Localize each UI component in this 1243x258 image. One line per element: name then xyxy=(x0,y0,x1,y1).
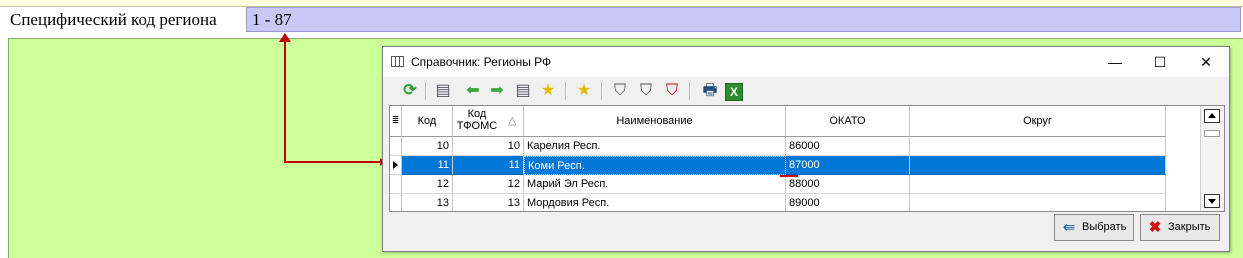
cell-okato[interactable]: 88000 xyxy=(786,175,910,194)
cell-okato[interactable]: 89000 xyxy=(786,194,910,211)
favorite-star-icon[interactable]: ★ xyxy=(573,80,595,102)
print-icon[interactable]: 🖶 xyxy=(699,80,721,102)
cell-tfoms[interactable]: 12 xyxy=(453,175,524,194)
cell-name[interactable]: Карелия Респ. xyxy=(524,137,786,156)
row-indicator[interactable] xyxy=(390,175,402,194)
column-header-okrug[interactable]: Округ xyxy=(910,106,1166,137)
cell-name[interactable]: Коми Респ. xyxy=(524,156,786,175)
column-header-name[interactable]: Наименование xyxy=(524,106,786,137)
cell-tfoms[interactable]: 10 xyxy=(453,137,524,156)
cell-kod[interactable]: 11 xyxy=(402,156,453,175)
column-header-kod[interactable]: Код xyxy=(402,106,453,137)
cell-okrug[interactable] xyxy=(910,156,1166,175)
toolbar-separator xyxy=(565,82,567,100)
toolbar-separator xyxy=(425,82,427,100)
column-header-tfoms[interactable]: Код ТФОМС △ xyxy=(453,106,524,137)
dialog-toolbar: ⟳ ▤ ⬅ ➡ ▤ ★ ★ ⛉ ⛉ ⛉ 🖶 X xyxy=(387,79,1225,103)
dialog-title: Справочник: Регионы РФ xyxy=(411,55,552,69)
cell-okato[interactable]: 86000 xyxy=(786,137,910,156)
cell-kod[interactable]: 10 xyxy=(402,137,453,156)
annotation-underline xyxy=(780,175,798,177)
region-code-label: Специфический код региона xyxy=(10,10,217,29)
close-button[interactable]: ✖ Закрыть xyxy=(1140,214,1220,241)
current-row-indicator-icon[interactable] xyxy=(390,156,402,175)
back-arrow-icon[interactable]: ⬅ xyxy=(462,80,484,102)
select-table-icon: ⇚ xyxy=(1062,219,1076,236)
row-indicator[interactable] xyxy=(390,137,402,156)
maximize-button[interactable]: ☐ xyxy=(1137,47,1183,77)
columns-list-icon[interactable]: ▤ xyxy=(512,80,534,102)
regions-dialog: Справочник: Регионы РФ — ☐ ✕ ⟳ ▤ ⬅ ➡ ▤ ★… xyxy=(382,46,1230,252)
cell-kod[interactable]: 12 xyxy=(402,175,453,194)
region-code-field[interactable]: 1 - 87 xyxy=(246,7,1241,32)
grid-window-icon xyxy=(391,56,404,67)
annotation-arrow xyxy=(284,40,286,163)
column-chooser-icon[interactable]: ▤ xyxy=(432,80,454,102)
close-window-button[interactable]: ✕ xyxy=(1183,47,1229,77)
cell-name[interactable]: Марий Эл Респ. xyxy=(524,175,786,194)
cell-okrug[interactable] xyxy=(910,194,1166,211)
sort-ascending-icon: △ xyxy=(508,115,517,127)
cell-okrug[interactable] xyxy=(910,175,1166,194)
toolbar-separator xyxy=(601,82,603,100)
minimize-button[interactable]: — xyxy=(1092,47,1138,77)
select-button[interactable]: ⇚ Выбрать xyxy=(1054,214,1134,241)
cell-name[interactable]: Мордовия Респ. xyxy=(524,194,786,211)
row-selector-header-icon[interactable]: ≣ xyxy=(390,106,402,137)
add-star-icon[interactable]: ★ xyxy=(537,80,559,102)
close-x-icon: ✖ xyxy=(1148,219,1162,236)
scroll-down-icon[interactable] xyxy=(1204,194,1220,208)
cell-kod[interactable]: 13 xyxy=(402,194,453,211)
toolbar-separator xyxy=(689,82,691,100)
cell-okrug[interactable] xyxy=(910,137,1166,156)
regions-grid: ≣ Код Код ТФОМС △ Наименование ОКАТО Окр… xyxy=(389,105,1225,212)
scroll-thumb[interactable] xyxy=(1204,130,1220,137)
dialog-titlebar[interactable]: Справочник: Регионы РФ — ☐ ✕ xyxy=(383,47,1229,77)
clear-filter-icon[interactable]: ⛉ xyxy=(661,80,683,102)
scroll-up-icon[interactable] xyxy=(1204,109,1220,123)
refresh-icon[interactable]: ⟳ xyxy=(399,80,421,102)
top-panel-strip xyxy=(0,0,1243,7)
cell-tfoms[interactable]: 11 xyxy=(453,156,524,175)
forward-arrow-icon[interactable]: ➡ xyxy=(486,80,508,102)
filter-icon[interactable]: ⛉ xyxy=(609,80,631,102)
row-indicator[interactable] xyxy=(390,194,402,211)
column-header-okato[interactable]: ОКАТО xyxy=(786,106,910,137)
vertical-scrollbar[interactable] xyxy=(1200,106,1224,211)
excel-export-icon[interactable]: X xyxy=(725,83,743,101)
cell-okato[interactable]: 87000 xyxy=(786,156,910,175)
edit-filter-icon[interactable]: ⛉ xyxy=(635,80,657,102)
annotation-arrow-line xyxy=(284,161,382,163)
cell-tfoms[interactable]: 13 xyxy=(453,194,524,211)
